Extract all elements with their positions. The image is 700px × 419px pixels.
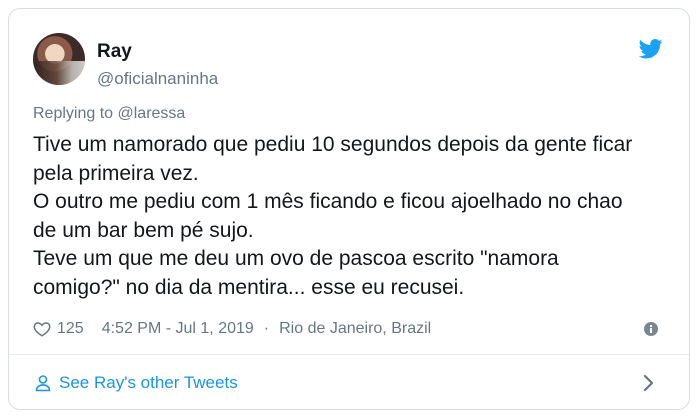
tweet-text-line: de um bar bem pé sujo. xyxy=(33,218,254,242)
author-handle[interactable]: @oficialnaninha xyxy=(97,69,218,89)
tweet-text-line: O outro me pediu com 1 mês ficando e fic… xyxy=(33,190,623,213)
info-icon[interactable] xyxy=(644,322,658,336)
tweet-header: Ray @oficialnaninha xyxy=(9,9,689,101)
person-icon xyxy=(35,375,51,392)
tweet-text-line: Teve um que me deu um ovo de pascoa escr… xyxy=(33,247,559,270)
replying-prefix: Replying to xyxy=(33,105,114,122)
avatar[interactable] xyxy=(33,33,85,85)
tweet-meta: 125 4:52 PM - Jul 1, 2019 · Rio de Janei… xyxy=(33,317,431,341)
meta-separator: · xyxy=(263,320,270,337)
chevron-right-icon[interactable] xyxy=(643,374,655,392)
tweet-text-line: comigo?" no dia da mentira... esse eu re… xyxy=(33,275,465,299)
twitter-bird-icon[interactable] xyxy=(639,39,663,59)
replying-to: Replying to @laressa xyxy=(33,105,185,123)
heart-icon[interactable] xyxy=(33,320,51,338)
like-count[interactable]: 125 xyxy=(57,320,84,338)
tweet-text: Tive um namorado que pediu 10 segundos d… xyxy=(33,131,673,302)
reply-mention-link[interactable]: @laressa xyxy=(118,105,186,122)
tweet-text-line: pela primeira vez. xyxy=(33,161,199,185)
author-name[interactable]: Ray xyxy=(97,41,132,63)
tweet-text-line: Tive um namorado que pediu 10 segundos d… xyxy=(33,133,633,156)
timestamp-link[interactable]: 4:52 PM - Jul 1, 2019 xyxy=(102,320,254,338)
see-other-tweets-label: See Ray's other Tweets xyxy=(59,373,238,392)
see-other-tweets-link[interactable]: See Ray's other Tweets xyxy=(9,355,689,409)
tweet-card: Ray @oficialnaninha Replying to @laressa… xyxy=(8,8,690,410)
location-link[interactable]: Rio de Janeiro, Brazil xyxy=(279,320,431,338)
